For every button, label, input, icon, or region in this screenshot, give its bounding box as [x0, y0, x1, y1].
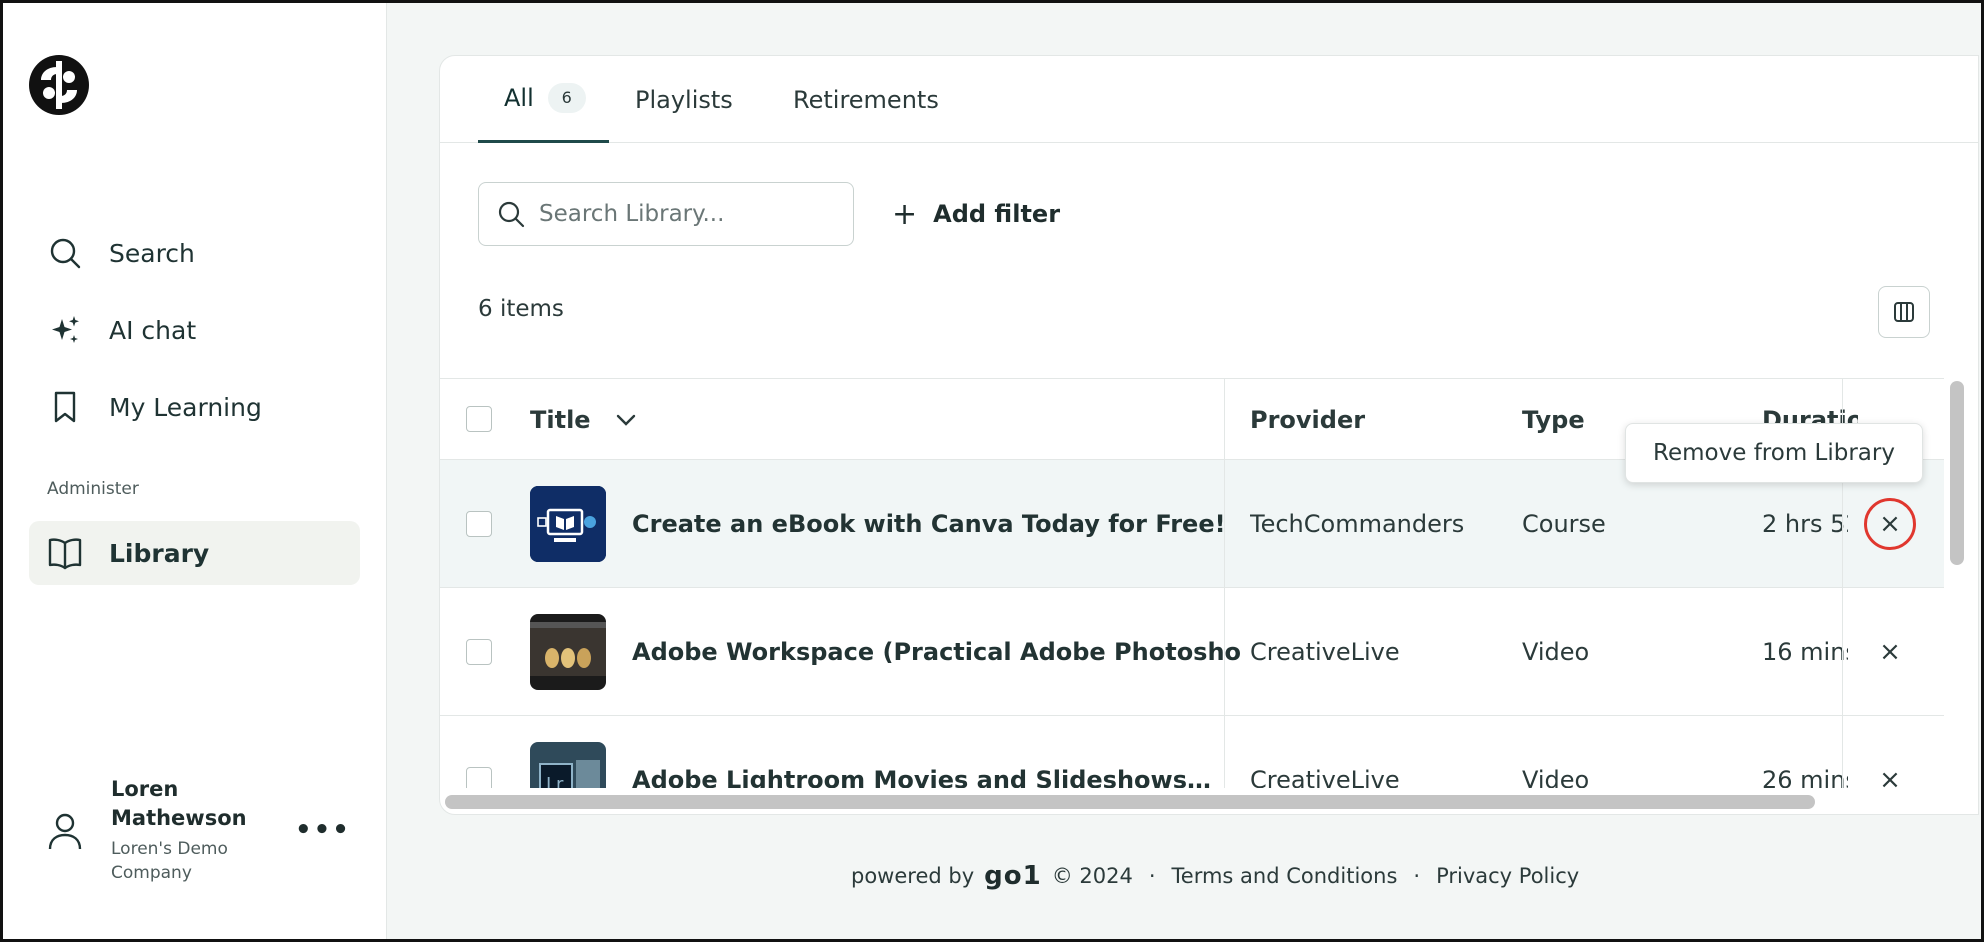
search-library-input[interactable] — [539, 201, 839, 227]
nav-my-learning-label: My Learning — [109, 392, 262, 422]
powered-by-label: powered by — [851, 864, 975, 888]
more-options-icon[interactable]: ••• — [295, 815, 351, 845]
row-provider: CreativeLive — [1250, 766, 1400, 788]
chevron-down-icon — [616, 414, 635, 426]
footer: powered by go1 © 2024 · Terms and Condit… — [851, 861, 1579, 891]
remove-tooltip: Remove from Library — [1625, 423, 1923, 483]
row-provider: CreativeLive — [1250, 638, 1400, 666]
nav-ai-chat-label: AI chat — [109, 315, 197, 345]
tab-all[interactable]: All 6 — [478, 56, 609, 143]
search-icon — [498, 201, 525, 228]
nav-my-learning[interactable]: My Learning — [29, 375, 360, 439]
table-row[interactable]: Lr Adobe Lightroom Movies and Slideshows… — [440, 716, 1944, 788]
type-header-label: Type — [1522, 406, 1585, 434]
remove-from-library-button[interactable]: × — [1864, 754, 1916, 788]
add-filter-button[interactable]: + Add filter — [892, 182, 1060, 246]
row-checkbox[interactable] — [466, 639, 492, 665]
table-row[interactable]: Adobe Workspace (Practical Adobe Photosh… — [440, 588, 1944, 716]
tab-playlists[interactable]: Playlists — [635, 56, 733, 143]
copyright: © 2024 — [1051, 864, 1133, 888]
nav-library[interactable]: Library — [29, 521, 360, 585]
row-duration: 26 mins — [1762, 766, 1848, 788]
nav-search[interactable]: Search — [29, 221, 360, 285]
type-column-header[interactable]: Type — [1522, 379, 1585, 461]
user-icon — [48, 813, 82, 850]
row-duration: 16 mins — [1762, 638, 1848, 666]
remove-from-library-button[interactable]: × — [1864, 626, 1916, 678]
tab-playlists-label: Playlists — [635, 85, 733, 114]
row-title[interactable]: Adobe Workspace (Practical Adobe Photosh… — [632, 588, 1240, 716]
user-profile[interactable]: Loren Mathewson Loren's Demo Company ••• — [29, 775, 369, 895]
items-count: 6 items — [478, 296, 564, 322]
go1-brand-logo: go1 — [984, 861, 1042, 891]
course-thumbnail — [530, 614, 606, 690]
row-checkbox[interactable] — [466, 767, 492, 788]
title-column-header[interactable]: Title — [530, 379, 637, 461]
course-thumbnail: Lr — [530, 742, 606, 788]
column-divider — [1224, 378, 1225, 788]
close-icon: × — [1879, 637, 1901, 667]
open-book-icon — [47, 535, 83, 571]
title-header-label: Title — [530, 406, 591, 434]
horizontal-scrollbar[interactable] — [445, 795, 1815, 809]
search-icon — [47, 235, 83, 271]
terms-link[interactable]: Terms and Conditions — [1172, 864, 1398, 888]
go1-logo-icon[interactable] — [27, 53, 91, 117]
separator-dot: · — [1413, 864, 1421, 888]
tab-retirements[interactable]: Retirements — [793, 56, 939, 143]
course-thumbnail — [530, 486, 606, 562]
row-type: Course — [1522, 510, 1606, 538]
row-title[interactable]: Adobe Lightroom Movies and Slideshows… — [632, 716, 1240, 788]
svg-text:Lr: Lr — [546, 774, 564, 788]
select-all-checkbox[interactable] — [466, 406, 492, 432]
nav-ai-chat[interactable]: AI chat — [29, 298, 360, 362]
user-company: Loren's Demo Company — [111, 839, 228, 883]
sidebar: Search AI chat My Learning Administer Li… — [3, 3, 387, 939]
row-checkbox[interactable] — [466, 511, 492, 537]
provider-header-label: Provider — [1250, 406, 1366, 434]
user-name: Loren Mathewson — [111, 777, 247, 830]
row-title[interactable]: Create an eBook with Canva Today for Fre… — [632, 460, 1240, 588]
close-icon: × — [1879, 509, 1901, 539]
tab-retirements-label: Retirements — [793, 85, 939, 114]
tab-all-count-badge: 6 — [547, 83, 586, 113]
provider-column-header[interactable]: Provider — [1250, 379, 1365, 461]
row-provider: TechCommanders — [1250, 510, 1465, 538]
add-filter-label: Add filter — [933, 200, 1061, 228]
nav-search-label: Search — [109, 238, 195, 268]
plus-icon: + — [892, 196, 918, 232]
privacy-link[interactable]: Privacy Policy — [1436, 864, 1579, 888]
tab-all-label: All — [504, 84, 534, 112]
remove-from-library-button[interactable]: × — [1864, 498, 1916, 550]
tab-bar: All 6 Playlists Retirements — [440, 56, 1978, 143]
separator-dot: · — [1148, 864, 1156, 888]
close-icon: × — [1879, 765, 1901, 788]
vertical-scrollbar[interactable] — [1950, 381, 1964, 565]
columns-icon — [1894, 302, 1914, 322]
bookmark-icon — [47, 389, 83, 425]
search-library-field[interactable] — [478, 182, 854, 246]
columns-settings-button[interactable] — [1878, 286, 1930, 338]
row-type: Video — [1522, 638, 1590, 666]
administer-section-label: Administer — [47, 479, 139, 499]
nav-library-label: Library — [109, 538, 210, 568]
row-type: Video — [1522, 766, 1590, 788]
sparkle-icon — [47, 312, 83, 348]
